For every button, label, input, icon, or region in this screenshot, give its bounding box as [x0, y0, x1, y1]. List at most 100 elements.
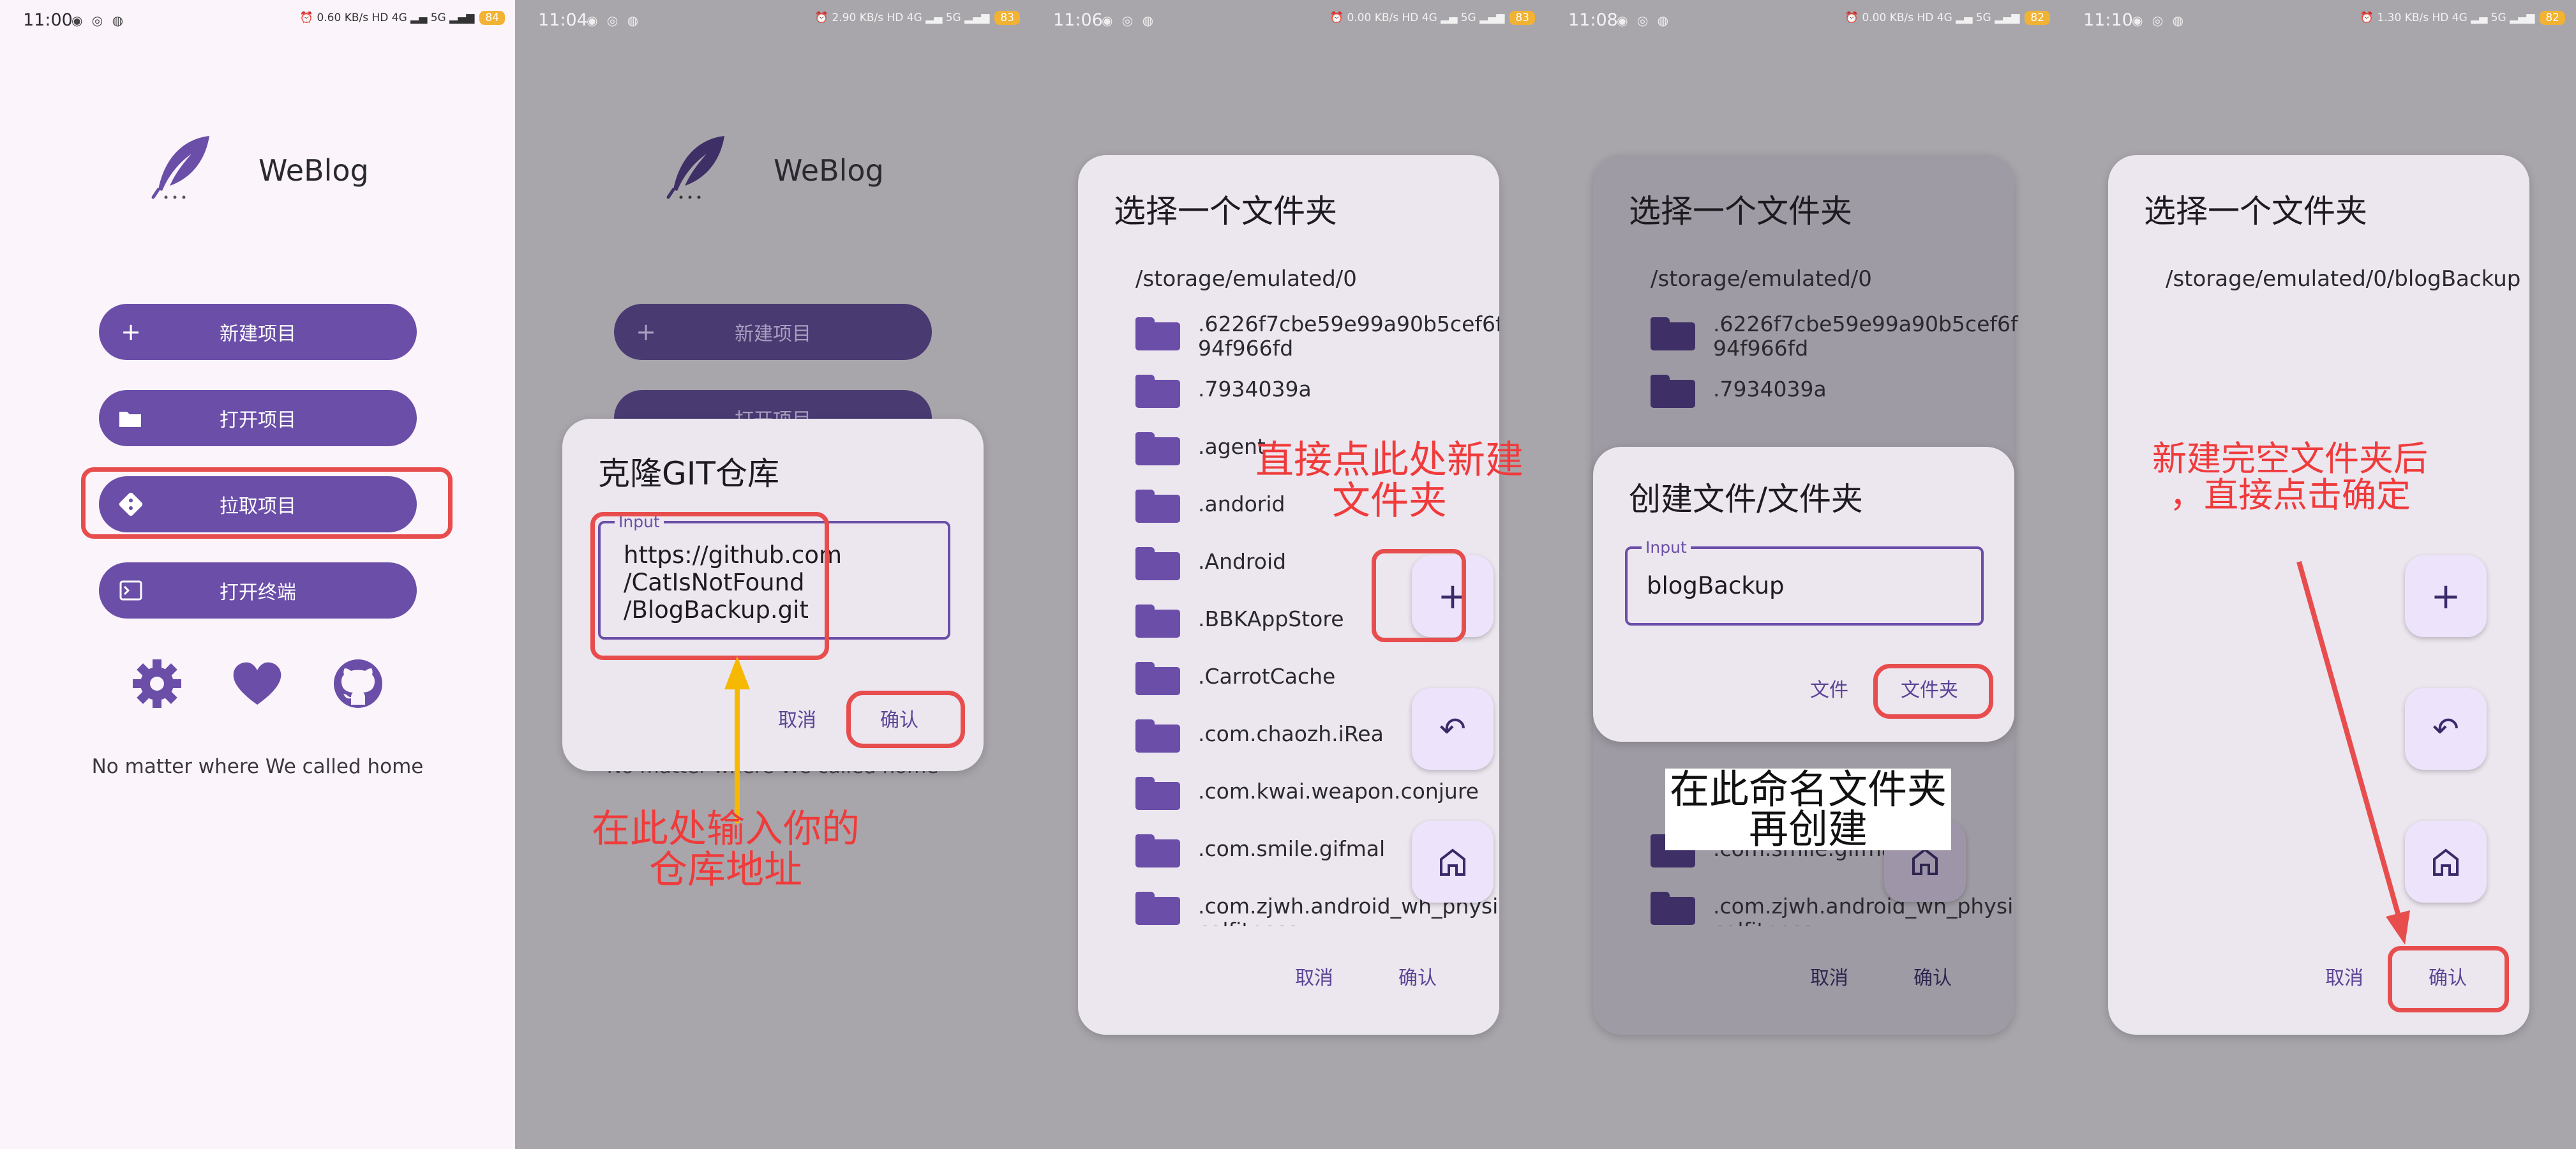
back-fab[interactable]: ↶ — [1412, 688, 1494, 770]
status-time: 11:04 — [538, 10, 588, 30]
folder-icon — [1135, 605, 1180, 638]
annotation-name-folder: 在此命名文件夹 再创建 — [1665, 769, 1951, 850]
new-project-button[interactable]: + 新建项目 — [614, 304, 932, 360]
system-icons-text: ⏰ 1.30 KB/s HD 4G ▂▄ 5G ▂▄▆ — [2360, 11, 2535, 24]
annotation-confirm: 新建完空文件夹后 ，直接点击确定 — [2152, 439, 2428, 516]
folder-icon — [1651, 892, 1695, 925]
folder-name-input[interactable]: Input blogBackup — [1625, 538, 1984, 626]
undo-arrow-icon: ↶ — [2432, 710, 2459, 747]
new-project-button[interactable]: + 新建项目 — [99, 304, 417, 360]
app-title: WeBlog — [258, 153, 369, 188]
open-project-label: 打开项目 — [220, 409, 296, 432]
system-icons: ⏰ 1.30 KB/s HD 4G ▂▄ 5G ▂▄▆ 82 — [2360, 11, 2565, 25]
current-path: /storage/emulated/0 — [1651, 266, 1872, 292]
system-icons-text: ⏰ 0.60 KB/s HD 4G ▂▄ 5G ▂▄▆ — [299, 11, 475, 24]
folder-icon — [1135, 777, 1180, 810]
folder-name: .BBKAppStore — [1198, 606, 1344, 631]
cancel-button[interactable]: 取消 — [778, 704, 816, 732]
battery-icon: 84 — [479, 11, 505, 25]
folder-name: .7934039a — [1198, 377, 1312, 402]
status-bar: 11:06 ◉ ◎ ◍ ⏰ 0.00 KB/s HD 4G ▂▄ 5G ▂▄▆ … — [1030, 0, 1545, 41]
system-icons: ⏰ 0.00 KB/s HD 4G ▂▄ 5G ▂▄▆ 82 — [1845, 11, 2050, 25]
current-path: /storage/emulated/0 — [1135, 266, 1357, 292]
open-project-button[interactable]: 打开项目 — [99, 390, 417, 446]
highlight-fab-box — [1372, 549, 1466, 642]
highlight-input-box — [590, 512, 829, 660]
folder-name: .6226f7cbe59e99a90b5cef6f 94f966fd — [1198, 312, 1499, 361]
battery-icon: 82 — [2025, 11, 2050, 25]
system-icons-text: ⏰ 0.00 KB/s HD 4G ▂▄ 5G ▂▄▆ — [1329, 11, 1505, 24]
folder-name: .7934039a — [1713, 377, 1827, 402]
app-title: WeBlog — [774, 153, 884, 188]
notification-icons: ◉ ◎ ◍ — [71, 13, 126, 28]
arrow-to-confirm-icon — [2296, 560, 2410, 945]
folder-row[interactable]: .7934039a — [1651, 372, 2008, 410]
highlight-confirm-box — [2388, 946, 2509, 1012]
open-terminal-button[interactable]: 打开终端 — [99, 562, 417, 619]
dialog-title: 创建文件/文件夹 — [1629, 481, 1863, 518]
folder-icon — [1651, 375, 1695, 408]
new-project-label: 新建项目 — [735, 323, 811, 345]
home-icon — [2433, 848, 2459, 876]
dialog-title: 克隆GIT仓库 — [598, 455, 780, 492]
folder-name-value: blogBackup — [1647, 572, 1785, 599]
folder-name: .com.kwai.weapon.conjure — [1198, 779, 1479, 804]
heart-icon[interactable] — [231, 657, 283, 710]
terminal-icon — [119, 580, 142, 601]
highlight-folder-button — [1873, 664, 1993, 719]
folder-name: .Android — [1198, 549, 1287, 574]
system-icons: ⏰ 0.00 KB/s HD 4G ▂▄ 5G ▂▄▆ 83 — [1330, 11, 1535, 25]
folder-open-icon — [119, 412, 141, 427]
confirm-button[interactable]: 确认 — [1398, 962, 1437, 990]
folder-name: .com.smile.gifmal — [1198, 836, 1386, 861]
new-project-label: 新建项目 — [220, 323, 296, 345]
create-file-button[interactable]: 文件 — [1810, 674, 1848, 702]
feather-logo-icon — [151, 136, 209, 199]
system-icons-text: ⏰ 0.00 KB/s HD 4G ▂▄ 5G ▂▄▆ — [1845, 11, 2020, 24]
home-footer-text: No matter where We called home — [91, 755, 424, 778]
notification-icons: ◉ ◎ ◍ — [1102, 13, 1157, 28]
folder-row[interactable]: .com.kwai.weapon.conjure — [1135, 774, 1493, 813]
github-icon[interactable] — [332, 657, 384, 710]
cancel-button[interactable]: 取消 — [1295, 962, 1333, 990]
dialog-title: 选择一个文件夹 — [1114, 193, 1337, 230]
screen-clone-dialog: 11:04 ◉ ◎ ◍ ⏰ 2.90 KB/s HD 4G ▂▄ 5G ▂▄▆ … — [515, 0, 1030, 1149]
folder-row[interactable]: .6226f7cbe59e99a90b5cef6f 94f966fd — [1135, 312, 1499, 361]
folder-icon — [1135, 375, 1180, 408]
dialog-title: 选择一个文件夹 — [2144, 193, 2367, 230]
annotation-enter-repo: 在此处输入你的 仓库地址 — [592, 807, 860, 892]
screen-home: 11:00 ◉ ◎ ◍ ⏰ 0.60 KB/s HD 4G ▂▄ 5G ▂▄▆ … — [0, 0, 515, 1149]
confirm-button[interactable]: 确认 — [1913, 962, 1952, 990]
battery-icon: 82 — [2540, 11, 2565, 25]
plus-icon: + — [2430, 575, 2461, 617]
home-icon — [1440, 848, 1465, 876]
folder-icon — [1135, 719, 1180, 753]
notification-icons: ◉ ◎ ◍ — [2132, 13, 2187, 28]
system-icons-text: ⏰ 2.90 KB/s HD 4G ▂▄ 5G ▂▄▆ — [814, 11, 990, 24]
status-time: 11:08 — [1568, 10, 1618, 30]
annotation-new-folder: 直接点此处新建 文件夹 — [1255, 438, 1524, 523]
folder-row[interactable]: .6226f7cbe59e99a90b5cef6f 94f966fd — [1651, 312, 2018, 361]
folder-row[interactable]: .7934039a — [1135, 372, 1493, 410]
highlight-box — [81, 467, 453, 539]
folder-icon — [1135, 490, 1180, 523]
cancel-button[interactable]: 取消 — [1810, 962, 1848, 990]
status-bar: 11:10 ◉ ◎ ◍ ⏰ 1.30 KB/s HD 4G ▂▄ 5G ▂▄▆ … — [2060, 0, 2575, 41]
notification-icons: ◉ ◎ ◍ — [587, 13, 641, 28]
settings-gear-icon[interactable] — [131, 657, 183, 710]
system-icons: ⏰ 0.60 KB/s HD 4G ▂▄ 5G ▂▄▆ 84 — [300, 11, 505, 25]
screen-create-folder: 11:08 ◉ ◎ ◍ ⏰ 0.00 KB/s HD 4G ▂▄ 5G ▂▄▆ … — [1545, 0, 2060, 1149]
folder-icon — [1135, 547, 1180, 580]
folder-name: .6226f7cbe59e99a90b5cef6f 94f966fd — [1713, 312, 2018, 361]
folder-icon — [1135, 834, 1180, 867]
folder-name: .CarrotCache — [1198, 664, 1336, 689]
feather-logo-icon — [666, 136, 724, 199]
cancel-button[interactable]: 取消 — [2325, 962, 2363, 990]
screen-folder-picker: 11:06 ◉ ◎ ◍ ⏰ 0.00 KB/s HD 4G ▂▄ 5G ▂▄▆ … — [1030, 0, 1545, 1149]
system-icons: ⏰ 2.90 KB/s HD 4G ▂▄ 5G ▂▄▆ 83 — [815, 11, 1020, 25]
home-fab[interactable] — [1412, 821, 1494, 903]
input-label: Input — [1642, 538, 1691, 557]
open-terminal-label: 打开终端 — [220, 582, 296, 604]
status-time: 11:06 — [1053, 10, 1103, 30]
dialog-title: 选择一个文件夹 — [1629, 193, 1852, 230]
